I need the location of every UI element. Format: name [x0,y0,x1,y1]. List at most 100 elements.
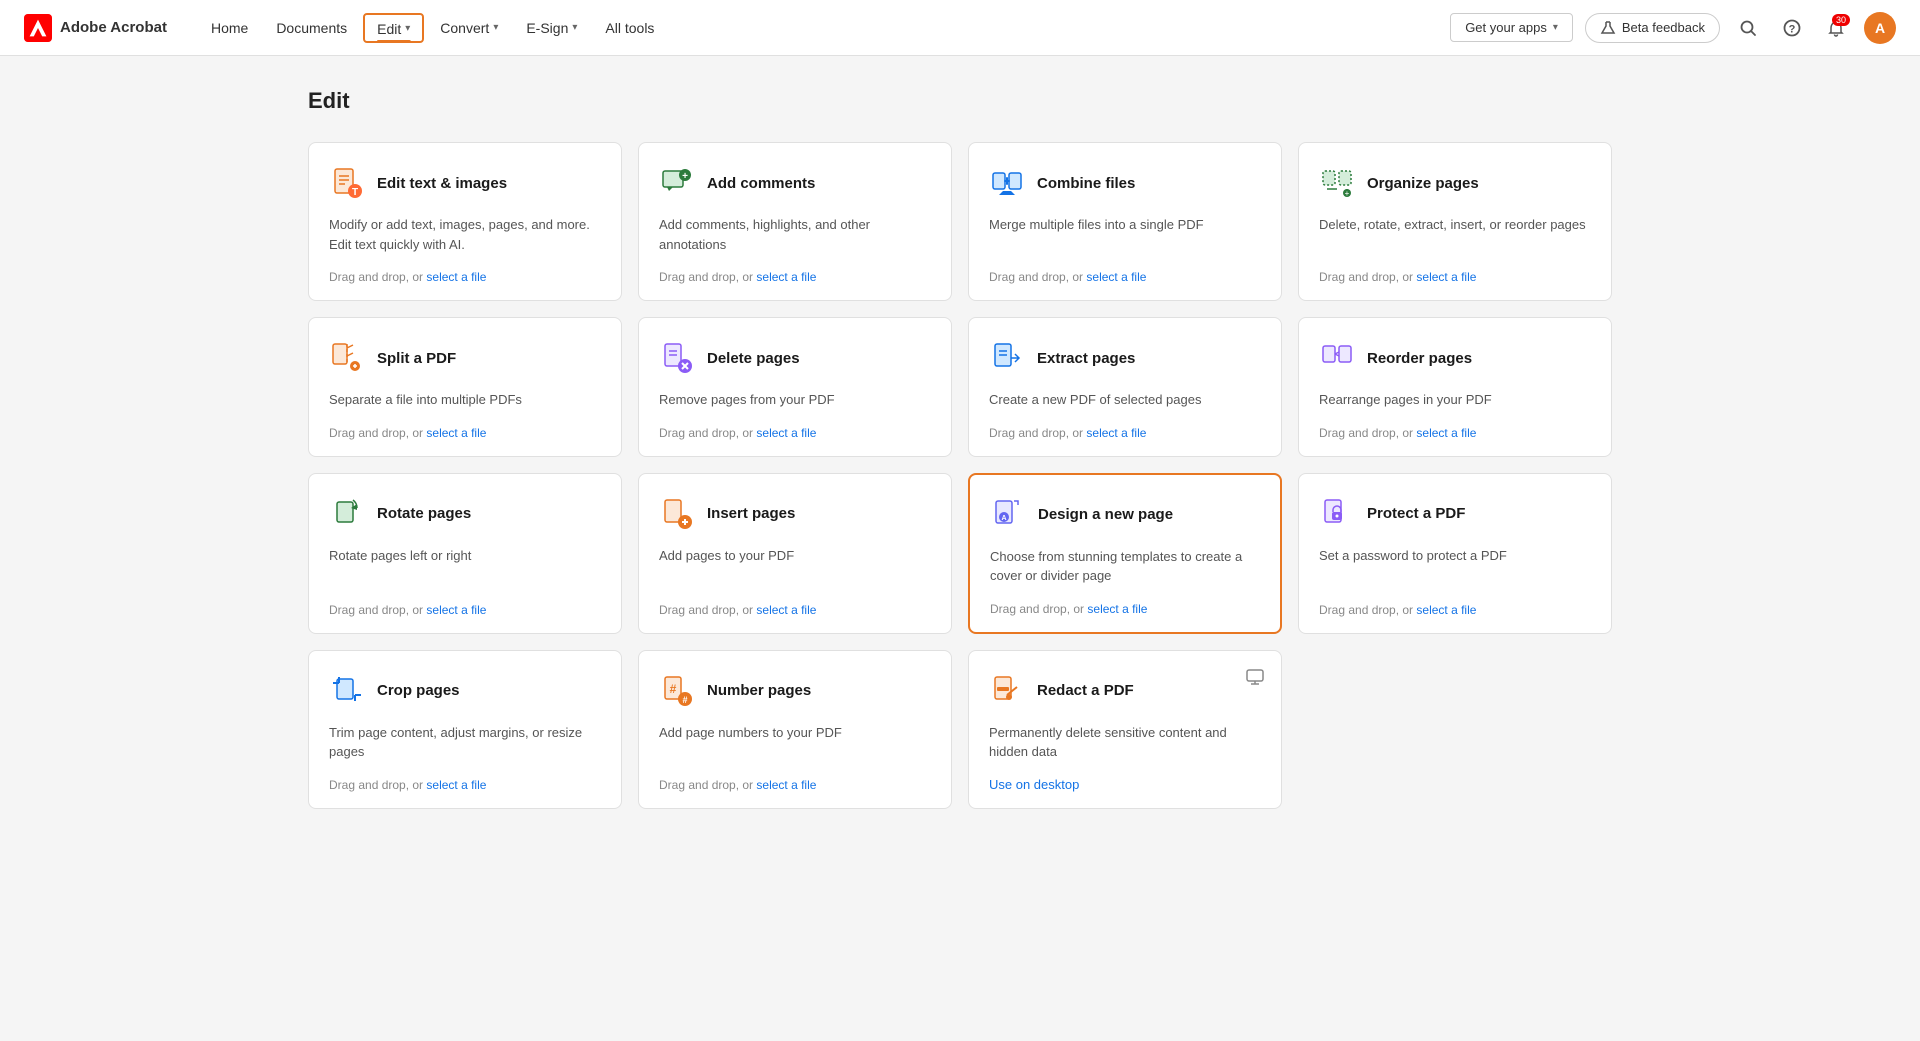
organize-pages-icon: + [1319,165,1355,201]
tool-drop-zone: Drag and drop, or select a file [1319,426,1591,440]
tool-card-number-pages[interactable]: # # Number pages Add page numbers to you… [638,650,952,809]
tool-card-reorder-pages[interactable]: Reorder pages Rearrange pages in your PD… [1298,317,1612,457]
tool-header: A Design a new page [990,497,1260,533]
tool-desc: Add page numbers to your PDF [659,723,931,762]
tool-header: Rotate pages [329,496,601,532]
tool-header: Redact a PDF [989,673,1261,709]
tool-title: Crop pages [377,682,460,699]
convert-chevron-icon: ▾ [493,22,498,33]
select-file-link[interactable]: select a file [756,778,816,792]
tool-card-split-pdf[interactable]: Split a PDF Separate a file into multipl… [308,317,622,457]
nav-menu: Home Documents Edit ▾ Convert ▾ E-Sign ▾… [199,13,1450,43]
tool-drop-zone: Drag and drop, or select a file [989,270,1261,284]
tool-title: Number pages [707,682,811,699]
select-file-link[interactable]: select a file [1416,270,1476,284]
nav-home[interactable]: Home [199,14,260,42]
tool-card-design-new-page[interactable]: A Design a new page Choose from stunning… [968,473,1282,634]
tool-header: Combine files [989,165,1261,201]
nav-edit[interactable]: Edit ▾ [363,13,424,43]
tool-header: # # Number pages [659,673,931,709]
tool-desc: Add pages to your PDF [659,546,931,587]
svg-text:A: A [1001,515,1006,522]
tool-title: Organize pages [1367,175,1479,192]
tool-title: Edit text & images [377,175,507,192]
tool-drop-zone: Drag and drop, or select a file [329,270,601,284]
beta-feedback-button[interactable]: Beta feedback [1585,13,1720,43]
select-file-link[interactable]: select a file [1086,270,1146,284]
select-file-link[interactable]: select a file [1087,602,1147,616]
tool-card-rotate-pages[interactable]: Rotate pages Rotate pages left or right … [308,473,622,634]
nav-convert[interactable]: Convert ▾ [428,14,510,42]
tool-card-organize-pages[interactable]: + Organize pages Delete, rotate, extract… [1298,142,1612,301]
tool-drop-zone: Drag and drop, or select a file [990,602,1260,616]
select-file-link[interactable]: select a file [1416,426,1476,440]
use-on-desktop-link[interactable]: Use on desktop [989,777,1261,792]
edit-chevron-icon: ▾ [405,23,410,34]
tools-grid: T Edit text & images Modify or add text,… [308,142,1612,809]
tool-drop-zone: Drag and drop, or select a file [1319,270,1591,284]
help-icon: ? [1783,19,1801,37]
app-name: Adobe Acrobat [60,19,167,36]
nav-all-tools[interactable]: All tools [593,14,666,42]
svg-text:?: ? [1789,23,1796,35]
tool-card-edit-text[interactable]: T Edit text & images Modify or add text,… [308,142,622,301]
delete-pages-icon [659,340,695,376]
tool-title: Reorder pages [1367,350,1472,367]
tool-title: Protect a PDF [1367,505,1465,522]
crop-pages-icon [329,673,365,709]
nav-esign[interactable]: E-Sign ▾ [514,14,589,42]
select-file-link[interactable]: select a file [426,778,486,792]
tool-card-combine-files[interactable]: Combine files Merge multiple files into … [968,142,1282,301]
tool-title: Split a PDF [377,350,456,367]
tool-drop-zone: Drag and drop, or select a file [329,603,601,617]
select-file-link[interactable]: select a file [426,603,486,617]
tool-header: + Organize pages [1319,165,1591,201]
tool-card-crop-pages[interactable]: Crop pages Trim page content, adjust mar… [308,650,622,809]
tool-card-delete-pages[interactable]: Delete pages Remove pages from your PDF … [638,317,952,457]
number-pages-icon: # # [659,673,695,709]
svg-text:+: + [682,171,688,182]
combine-files-icon [989,165,1025,201]
tool-desc: Add comments, highlights, and other anno… [659,215,931,254]
nav-documents[interactable]: Documents [264,14,359,42]
flask-icon [1600,20,1616,36]
select-file-link[interactable]: select a file [756,270,816,284]
tool-card-redact-pdf[interactable]: Redact a PDF Permanently delete sensitiv… [968,650,1282,809]
tool-card-protect-pdf[interactable]: Protect a PDF Set a password to protect … [1298,473,1612,634]
select-file-link[interactable]: select a file [1416,603,1476,617]
insert-pages-icon [659,496,695,532]
reorder-pages-icon [1319,340,1355,376]
tool-desc: Set a password to protect a PDF [1319,546,1591,587]
svg-text:+: + [1345,189,1350,198]
tool-desc: Rearrange pages in your PDF [1319,390,1591,410]
tool-title: Redact a PDF [1037,682,1134,699]
user-avatar[interactable]: A [1864,12,1896,44]
tool-header: T Edit text & images [329,165,601,201]
tool-card-insert-pages[interactable]: Insert pages Add pages to your PDF Drag … [638,473,952,634]
notifications-button[interactable]: 30 [1820,12,1852,44]
tool-card-extract-pages[interactable]: Extract pages Create a new PDF of select… [968,317,1282,457]
get-apps-button[interactable]: Get your apps ▾ [1450,13,1573,42]
tool-header: Insert pages [659,496,931,532]
search-icon [1739,19,1757,37]
select-file-link[interactable]: select a file [756,426,816,440]
tool-title: Rotate pages [377,505,471,522]
add-comments-icon: + [659,165,695,201]
edit-text-icon: T [329,165,365,201]
protect-pdf-icon [1319,496,1355,532]
navbar-right: Get your apps ▾ Beta feedback ? [1450,12,1896,44]
search-button[interactable] [1732,12,1764,44]
select-file-link[interactable]: select a file [1086,426,1146,440]
page-title: Edit [308,88,1612,114]
select-file-link[interactable]: select a file [426,270,486,284]
tool-card-add-comments[interactable]: + Add comments Add comments, highlights,… [638,142,952,301]
tool-drop-zone: Drag and drop, or select a file [329,778,601,792]
brand[interactable]: Adobe Acrobat [24,14,167,42]
help-button[interactable]: ? [1776,12,1808,44]
tool-desc: Create a new PDF of selected pages [989,390,1261,410]
select-file-link[interactable]: select a file [426,426,486,440]
tool-drop-zone: Drag and drop, or select a file [1319,603,1591,617]
select-file-link[interactable]: select a file [756,603,816,617]
tool-title: Delete pages [707,350,800,367]
tool-drop-zone: Drag and drop, or select a file [659,603,931,617]
